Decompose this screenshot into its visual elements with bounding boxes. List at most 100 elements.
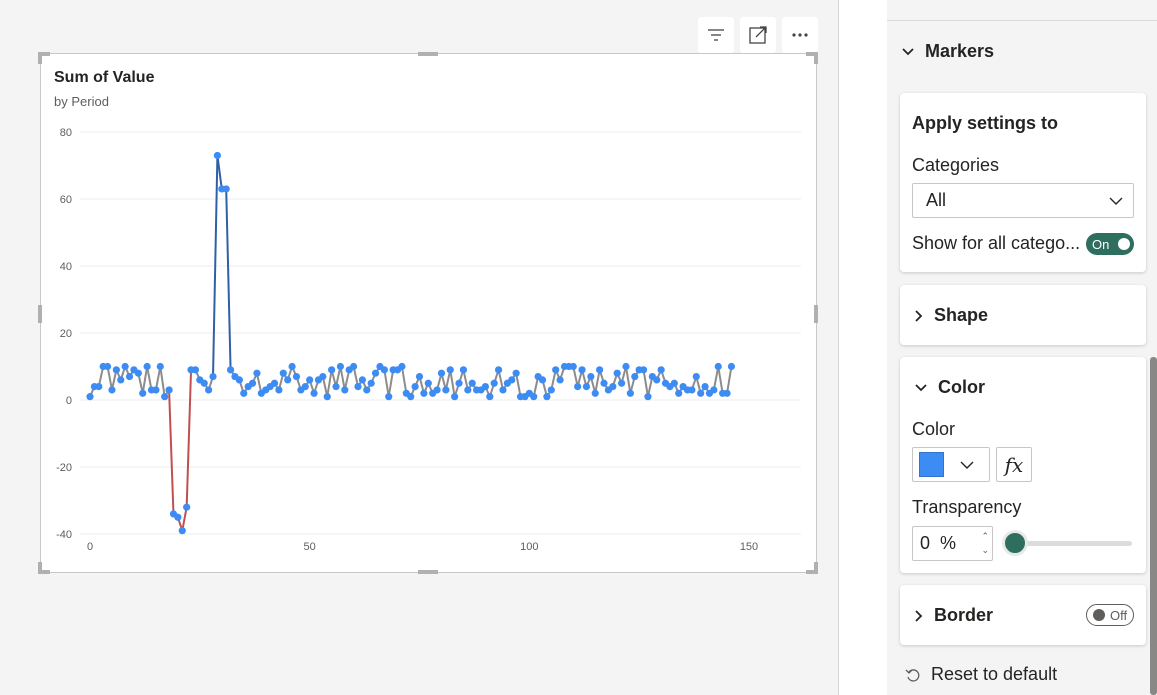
- data-point-marker: [108, 386, 116, 394]
- filter-icon: [708, 29, 724, 41]
- transparency-slider-thumb[interactable]: [1002, 530, 1028, 556]
- data-point-marker: [547, 386, 555, 394]
- data-point-marker: [275, 386, 283, 394]
- data-point-marker: [222, 185, 230, 193]
- chevron-right-icon: [915, 609, 923, 622]
- data-point-marker: [578, 366, 586, 374]
- data-point-marker: [446, 366, 454, 374]
- series-line-segment: [141, 365, 149, 395]
- series-line-segment: [225, 187, 232, 371]
- color-picker[interactable]: [912, 447, 990, 482]
- data-point-marker: [574, 383, 582, 391]
- data-point-marker: [468, 379, 476, 387]
- data-point-marker: [653, 376, 661, 384]
- show-for-all-toggle[interactable]: On: [1086, 233, 1134, 255]
- border-card[interactable]: Border Off: [900, 585, 1146, 645]
- focus-mode-button[interactable]: [740, 17, 776, 53]
- y-tick-label: -20: [56, 462, 72, 474]
- transparency-slider-track[interactable]: [1014, 541, 1132, 546]
- transparency-spinbox[interactable]: 0 % ⌃ ⌄: [912, 526, 993, 561]
- data-point-marker: [248, 379, 257, 387]
- border-section-header[interactable]: Border: [914, 605, 993, 626]
- y-tick-label: 60: [60, 194, 72, 206]
- shape-section-header[interactable]: Shape: [914, 305, 988, 326]
- data-point-marker: [451, 393, 459, 401]
- data-point-marker: [328, 366, 336, 374]
- data-point-marker: [714, 362, 722, 371]
- resize-handle-top-left-v[interactable]: [38, 52, 42, 64]
- conditional-format-button[interactable]: fx: [996, 447, 1032, 482]
- visual-header-toolbar: [698, 17, 818, 53]
- line-chart-visual[interactable]: Sum of Value by Period 80 60 40 20 0 -20 -40 0 5…: [40, 53, 817, 573]
- data-point-marker: [486, 393, 494, 401]
- data-point-marker: [117, 376, 125, 384]
- resize-handle-right[interactable]: [814, 305, 818, 323]
- data-point-marker: [508, 376, 516, 384]
- data-point-marker: [675, 389, 683, 397]
- data-point-marker: [86, 393, 94, 401]
- data-point-marker: [622, 362, 630, 371]
- line-chart-plot: 80 60 40 20 0 -20 -40 0 50 100 150: [56, 127, 801, 553]
- data-point-marker: [644, 393, 652, 401]
- data-point-marker: [494, 366, 503, 374]
- data-point-marker: [306, 376, 314, 384]
- data-point-marker: [367, 379, 375, 387]
- data-point-marker: [235, 376, 243, 384]
- series-line-segment: [449, 368, 456, 398]
- data-point-marker: [688, 386, 696, 394]
- data-point-marker: [609, 383, 617, 391]
- data-point-marker: [310, 389, 318, 397]
- pane-top-divider: [887, 20, 1157, 21]
- resize-handle-top[interactable]: [418, 52, 438, 56]
- resize-handle-bottom[interactable]: [418, 570, 438, 574]
- data-point-marker: [398, 362, 406, 371]
- data-point-marker: [556, 376, 564, 384]
- data-point-marker: [530, 393, 538, 401]
- data-point-marker: [301, 383, 309, 391]
- x-tick-label: 100: [520, 541, 538, 553]
- color-section-header[interactable]: Color: [914, 377, 985, 398]
- data-point-marker: [723, 389, 731, 397]
- data-point-marker: [499, 386, 507, 394]
- data-point-marker: [336, 362, 345, 371]
- color-card: Color Color fx Transparency 0 % ⌃ ⌄: [900, 357, 1146, 573]
- focus-mode-icon: [749, 26, 767, 44]
- filter-button[interactable]: [698, 17, 734, 53]
- categories-dropdown[interactable]: All: [912, 183, 1134, 218]
- chevron-down-icon[interactable]: ⌄: [981, 543, 989, 557]
- report-canvas: Sum of Value by Period 80 60 40 20 0 -20 -40 0 5…: [0, 0, 838, 695]
- resize-handle-bottom-right-v[interactable]: [814, 562, 818, 574]
- data-point-marker: [407, 393, 415, 401]
- data-point-marker: [139, 389, 147, 397]
- toggle-knob: [1118, 238, 1130, 250]
- reset-to-default-button[interactable]: Reset to default: [905, 664, 1057, 685]
- data-point-marker: [569, 362, 577, 371]
- x-tick-label: 0: [87, 541, 93, 553]
- apply-settings-title: Apply settings to: [912, 113, 1059, 133]
- markers-section-header[interactable]: Markers: [901, 41, 994, 62]
- more-options-button[interactable]: [782, 17, 818, 53]
- data-point-marker: [288, 362, 296, 371]
- data-point-marker: [415, 372, 424, 381]
- resize-handle-top-right-v[interactable]: [814, 52, 818, 64]
- format-pane: Markers Apply settings to Categories All…: [887, 0, 1157, 695]
- data-point-marker: [437, 369, 446, 377]
- pane-scrollbar[interactable]: [1150, 357, 1157, 695]
- toggle-off-text: Off: [1110, 607, 1128, 623]
- data-point-marker: [103, 362, 112, 371]
- color-label: Color: [912, 419, 956, 439]
- resize-handle-bottom-left-v[interactable]: [38, 562, 42, 574]
- transparency-unit: %: [940, 533, 957, 553]
- shape-card[interactable]: Shape: [900, 285, 1146, 345]
- data-point-marker: [543, 393, 551, 401]
- data-point-marker: [538, 376, 547, 384]
- data-point-marker: [112, 366, 120, 374]
- border-toggle[interactable]: Off: [1086, 604, 1134, 626]
- spin-arrows[interactable]: ⌃ ⌄: [981, 529, 989, 557]
- data-point-marker: [591, 389, 599, 397]
- data-point-marker: [332, 383, 340, 391]
- resize-handle-left[interactable]: [38, 305, 42, 323]
- data-point-marker: [697, 389, 705, 397]
- data-point-marker: [600, 379, 608, 387]
- chevron-up-icon[interactable]: ⌃: [981, 529, 989, 543]
